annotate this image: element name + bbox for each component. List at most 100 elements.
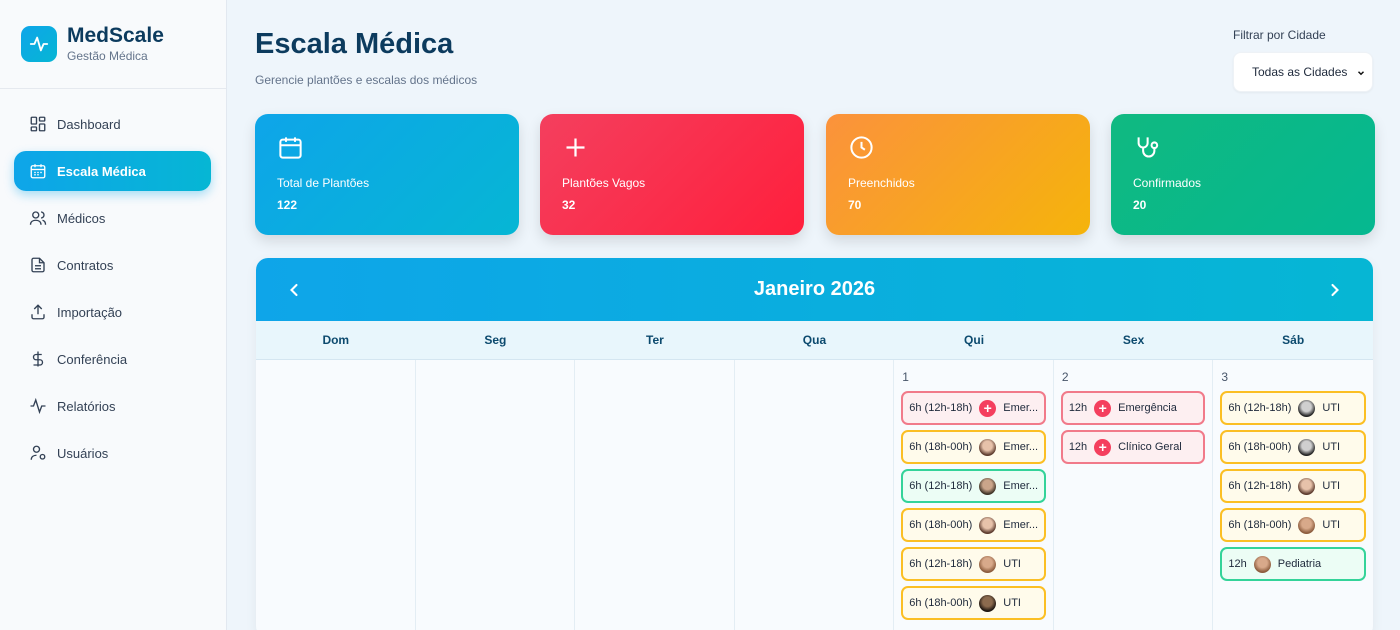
day-number bbox=[742, 370, 887, 384]
shift-duration: 6h (18h-00h) bbox=[1228, 441, 1292, 453]
avatar bbox=[979, 516, 997, 534]
shift-card[interactable]: 6h (12h-18h) + Emer... bbox=[901, 391, 1046, 425]
day-number: 1 bbox=[902, 370, 909, 384]
brand: MedScale Gestão Médica bbox=[0, 0, 226, 89]
shift-duration: 12h bbox=[1228, 558, 1247, 570]
shift-card[interactable]: 6h (12h-18h) UTI bbox=[1220, 391, 1366, 425]
chevron-left-icon[interactable] bbox=[284, 280, 304, 300]
stat-label: Confirmados bbox=[1133, 176, 1202, 190]
shift-duration: 6h (18h-00h) bbox=[909, 441, 973, 453]
stat-value: 20 bbox=[1133, 198, 1147, 212]
shift-card[interactable]: 12h + Emergência bbox=[1060, 391, 1206, 425]
avatar bbox=[979, 477, 997, 495]
sidebar-item-dashboard[interactable]: Dashboard bbox=[14, 104, 211, 144]
sidebar-item-escala-medica[interactable]: Escala Médica bbox=[14, 151, 211, 191]
grid-icon bbox=[30, 116, 46, 132]
day-number bbox=[423, 370, 568, 384]
sidebar-item-contratos[interactable]: Contratos bbox=[14, 245, 211, 285]
weekday-label: Seg bbox=[484, 333, 507, 347]
sidebar-item-usuarios[interactable]: Usuários bbox=[14, 433, 211, 473]
activity-icon bbox=[30, 397, 46, 415]
shift-duration: 6h (12h-18h) bbox=[1228, 402, 1292, 414]
shift-card[interactable]: 6h (12h-18h) UTI bbox=[1220, 469, 1366, 503]
add-doctor-icon[interactable]: + bbox=[1094, 438, 1112, 456]
avatar bbox=[1298, 477, 1316, 495]
shift-card[interactable]: 6h (18h-00h) UTI bbox=[901, 586, 1046, 620]
sidebar-item-medicos[interactable]: Médicos bbox=[14, 198, 211, 238]
stat-label: Plantões Vagos bbox=[562, 176, 646, 190]
shift-duration: 6h (18h-00h) bbox=[909, 519, 973, 531]
shift-specialty: Emer... bbox=[1003, 441, 1039, 453]
shift-specialty: Clínico Geral bbox=[1118, 441, 1182, 453]
sidebar-nav: Dashboard Escala Médica Médicos Contrato… bbox=[0, 89, 226, 473]
day-number: 3 bbox=[1221, 370, 1229, 384]
stat-label: Preenchidos bbox=[848, 176, 915, 190]
sidebar-item-label: Importação bbox=[57, 304, 123, 320]
calendar-day[interactable]: 3 6h (12h-18h) UTI 6h (18h-00h) UTI 6h (12h-1… bbox=[1213, 360, 1373, 630]
shift-specialty: UTI bbox=[1003, 597, 1021, 609]
avatar bbox=[979, 438, 997, 456]
shift-specialty: Emer... bbox=[1003, 519, 1039, 531]
sidebar-item-label: Conferência bbox=[57, 351, 128, 367]
city-filter-value: Todas as Cidades bbox=[1252, 65, 1348, 79]
shift-specialty: Emergência bbox=[1118, 402, 1177, 414]
calendar-day bbox=[575, 360, 735, 630]
avatar bbox=[979, 594, 997, 612]
shift-card[interactable]: 6h (12h-18h) UTI bbox=[901, 547, 1046, 581]
plus-icon bbox=[566, 138, 585, 157]
weekday-label: Sex bbox=[1122, 333, 1145, 347]
weekday-label: Sáb bbox=[1282, 333, 1305, 347]
shift-duration: 12h bbox=[1068, 402, 1088, 414]
shift-duration: 12h bbox=[1068, 441, 1088, 453]
avatar bbox=[1253, 555, 1271, 573]
city-filter-select[interactable]: Todas as Cidades bbox=[1233, 52, 1373, 92]
sidebar-item-label: Relatórios bbox=[57, 398, 116, 414]
shift-specialty: UTI bbox=[1322, 480, 1341, 492]
shift-card[interactable]: 6h (18h-00h) UTI bbox=[1220, 508, 1366, 542]
sidebar-item-relatorios[interactable]: Relatórios bbox=[14, 386, 211, 426]
calendar-header: Janeiro 2026 bbox=[256, 258, 1373, 321]
calendar-day[interactable]: 1 6h (12h-18h) + Emer... 6h (18h-00h) Emer...… bbox=[894, 360, 1054, 630]
add-doctor-icon[interactable]: + bbox=[979, 399, 997, 417]
day-number: 2 bbox=[1061, 370, 1069, 384]
stat-card-confirmados: Confirmados 20 bbox=[1111, 114, 1375, 235]
shift-card[interactable]: 6h (18h-00h) UTI bbox=[1220, 430, 1366, 464]
calendar-icon bbox=[30, 164, 46, 179]
stat-value: 32 bbox=[562, 198, 576, 212]
shift-card[interactable]: 6h (18h-00h) Emer... bbox=[901, 430, 1046, 464]
weekday-row: Dom Seg Ter Qua Qui Sex Sáb bbox=[256, 321, 1373, 360]
avatar bbox=[1298, 438, 1316, 456]
shift-card[interactable]: 6h (12h-18h) Emer... bbox=[901, 469, 1046, 503]
calendar-day bbox=[256, 360, 416, 630]
calendar-day[interactable]: 2 12h + Emergência 12h + Clínico Geral bbox=[1054, 360, 1214, 630]
users-icon bbox=[29, 211, 47, 225]
avatar bbox=[979, 555, 997, 573]
clock-icon bbox=[850, 136, 873, 159]
shift-duration: 6h (12h-18h) bbox=[1228, 480, 1292, 492]
calendar-grid: 1 6h (12h-18h) + Emer... 6h (18h-00h) Emer...… bbox=[256, 360, 1373, 630]
shift-duration: 6h (12h-18h) bbox=[909, 558, 973, 570]
shift-specialty: Emer... bbox=[1003, 480, 1039, 492]
stat-value: 70 bbox=[848, 198, 862, 212]
sidebar-item-importacao[interactable]: Importação bbox=[14, 292, 211, 332]
shift-card[interactable]: 12h Pediatria bbox=[1220, 547, 1366, 581]
shift-duration: 6h (12h-18h) bbox=[909, 402, 973, 414]
shift-duration: 6h (12h-18h) bbox=[909, 480, 973, 492]
sidebar-item-label: Médicos bbox=[57, 210, 106, 226]
shift-card[interactable]: 6h (18h-00h) Emer... bbox=[901, 508, 1046, 542]
chevron-right-icon[interactable] bbox=[1325, 280, 1345, 300]
file-icon bbox=[31, 257, 45, 273]
shift-card[interactable]: 12h + Clínico Geral bbox=[1060, 430, 1206, 464]
day-number bbox=[263, 370, 408, 384]
sidebar-item-conferencia[interactable]: Conferência bbox=[14, 339, 211, 379]
calendar: Janeiro 2026 Dom Seg Ter Qua Qui Sex Sáb… bbox=[256, 258, 1373, 630]
shift-duration: 6h (18h-00h) bbox=[1228, 519, 1292, 531]
activity-logo-icon bbox=[21, 26, 57, 62]
upload-icon bbox=[31, 304, 45, 320]
add-doctor-icon[interactable]: + bbox=[1094, 399, 1112, 417]
sidebar-item-label: Contratos bbox=[57, 257, 114, 273]
sidebar: MedScale Gestão Médica Dashboard Escala … bbox=[0, 0, 227, 630]
avatar bbox=[1298, 516, 1316, 534]
weekday-label: Ter bbox=[646, 333, 664, 347]
shift-specialty: UTI bbox=[1322, 441, 1341, 453]
